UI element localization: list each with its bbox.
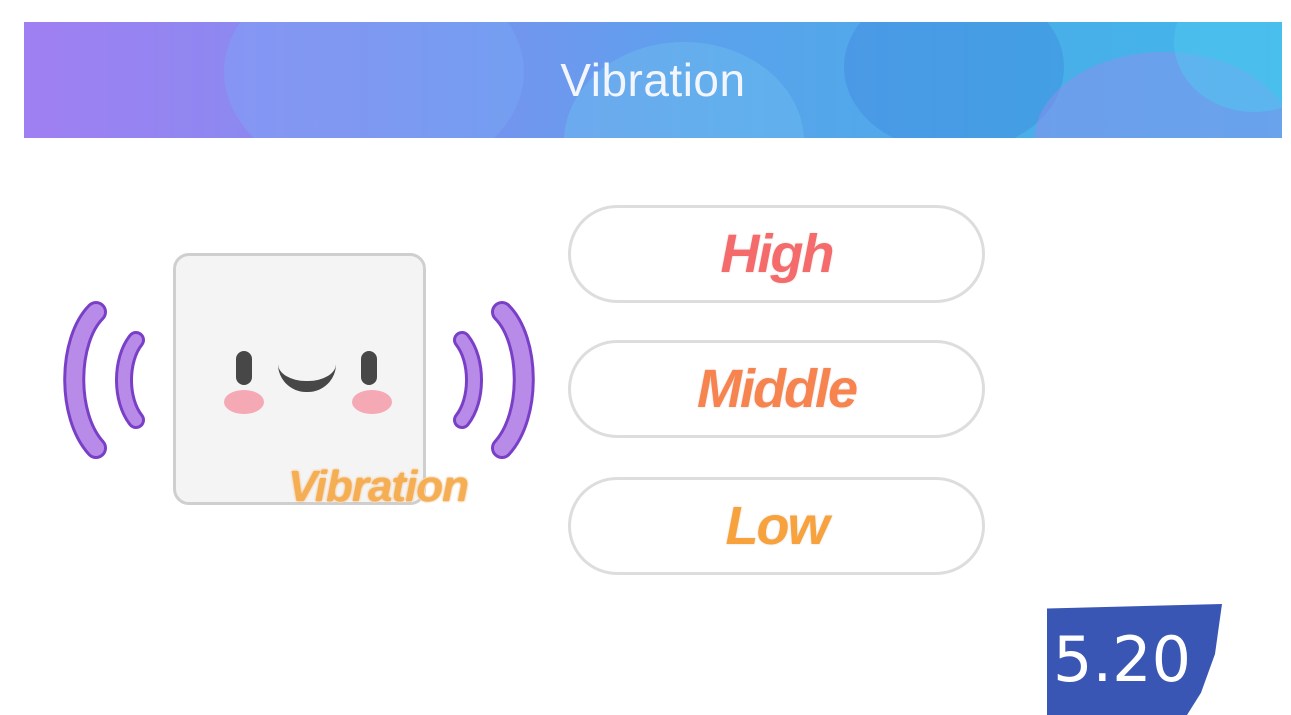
left-eye xyxy=(236,351,252,385)
level-high-label: High xyxy=(720,223,836,285)
page-title: Vibration xyxy=(560,54,746,106)
version-badge: 5.20 xyxy=(1047,604,1222,715)
level-middle-label: Middle xyxy=(696,358,859,420)
vibration-label: Vibration xyxy=(287,461,470,512)
smile-mouth xyxy=(278,364,336,392)
right-cheek xyxy=(352,390,392,414)
level-low-label: Low xyxy=(725,495,831,557)
header-banner: Vibration xyxy=(24,22,1282,138)
vibration-waves-right-icon xyxy=(453,301,535,459)
level-low-button[interactable]: Low xyxy=(568,477,985,575)
vibration-waves-left-icon xyxy=(63,301,145,459)
level-middle-button[interactable]: Middle xyxy=(568,340,985,438)
right-eye xyxy=(361,351,377,385)
left-cheek xyxy=(224,390,264,414)
level-high-button[interactable]: High xyxy=(568,205,985,303)
